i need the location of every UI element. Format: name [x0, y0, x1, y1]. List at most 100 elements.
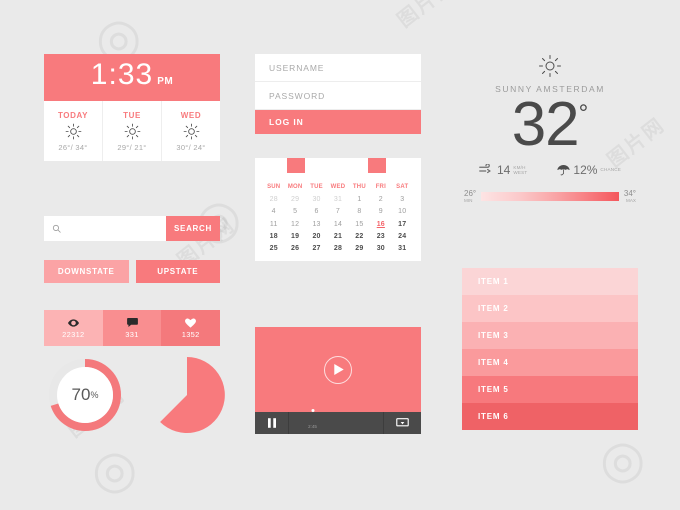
calendar-day[interactable]: 27 — [306, 242, 327, 254]
upstate-button[interactable]: UPSTATE — [135, 260, 220, 283]
donut-value-label: 70% — [46, 356, 124, 434]
rain-value: 12% — [573, 162, 598, 177]
calendar-day[interactable]: 18 — [263, 230, 284, 242]
play-icon — [334, 364, 344, 375]
video-controls: 2:45 — [255, 409, 421, 434]
list-item[interactable]: ITEM 5 — [462, 376, 638, 403]
play-button[interactable] — [324, 355, 352, 384]
stat-comments[interactable]: 331 — [102, 310, 162, 346]
next-month-tab[interactable] — [368, 158, 386, 173]
calendar-day[interactable]: 19 — [284, 230, 305, 242]
list-item[interactable]: ITEM 3 — [462, 322, 638, 349]
pause-button[interactable] — [255, 412, 289, 434]
calendar-day[interactable]: 30 — [370, 242, 391, 254]
calendar-day[interactable]: 2 — [370, 194, 391, 206]
list-item[interactable]: ITEM 1 — [462, 268, 638, 295]
progress-knob[interactable] — [311, 409, 314, 412]
calendar-day[interactable]: 29 — [349, 242, 370, 254]
calendar-day[interactable]: 5 — [284, 206, 305, 218]
search-button[interactable]: SEARCH — [166, 216, 220, 241]
calendar-day[interactable]: 1 — [349, 194, 370, 206]
calendar-day[interactable]: 25 — [263, 242, 284, 254]
calendar-day[interactable]: 28 — [327, 242, 348, 254]
calendar-day[interactable]: 17 — [392, 218, 413, 230]
eye-icon — [67, 317, 79, 328]
calendar-week-row: 25 26 27 28 29 30 31 — [263, 242, 413, 254]
list-item[interactable]: ITEM 4 — [462, 349, 638, 376]
forecast-day-temps: 30°/ 24° — [176, 142, 206, 152]
calendar-day[interactable]: 21 — [327, 230, 348, 242]
calendar-day[interactable]: 4 — [263, 206, 284, 218]
calendar-day[interactable]: 11 — [263, 218, 284, 230]
temperature-range-bar[interactable] — [481, 191, 619, 201]
search-icon — [52, 224, 61, 233]
calendar-day[interactable]: 8 — [349, 206, 370, 218]
ui-kit-canvas: ◎ ◎ ◎ ◎ ◎ 图片网 图片网 图片网 图片网 1:33 PM TODAY — [0, 0, 680, 510]
pie-chart — [148, 356, 226, 434]
wind-icon — [479, 164, 494, 175]
calendar-day-today[interactable]: 16 — [370, 218, 391, 230]
wind-unit-line2: WEST — [513, 169, 528, 175]
forecast-day-wed[interactable]: WED 30°/ 24° — [162, 101, 220, 161]
calendar-day[interactable]: 23 — [370, 230, 391, 242]
calendar-week-row: 4 5 6 7 8 9 10 — [263, 206, 413, 218]
list-item[interactable]: ITEM 6 — [462, 403, 638, 430]
calendar-day[interactable]: 31 — [392, 242, 413, 254]
stat-views[interactable]: 22312 — [44, 310, 103, 346]
calendar-days: 28 29 30 31 1 2 3 4 5 6 7 8 9 10 11 12 13 14 15 16 17 18 19 20 2… — [263, 194, 413, 255]
calendar-day[interactable]: 12 — [284, 218, 305, 230]
sun-icon — [124, 123, 141, 140]
forecast-day-today[interactable]: TODAY 26°/ 34° — [44, 101, 103, 161]
weekday-fri: FRI — [375, 183, 386, 190]
login-button[interactable]: LOG IN — [255, 110, 421, 134]
password-field[interactable]: PASSWORD — [255, 82, 421, 110]
calendar-day[interactable]: 10 — [392, 206, 413, 218]
calendar-day[interactable]: 24 — [392, 230, 413, 242]
video-progress-bar[interactable]: 2:45 — [289, 409, 383, 434]
forecast-day-temps: 26°/ 34° — [58, 142, 88, 152]
forecast-day-tue[interactable]: TUE 29°/ 21° — [103, 101, 162, 161]
calendar-day[interactable]: 6 — [306, 206, 327, 218]
donut-value: 70 — [71, 385, 91, 404]
sun-icon — [65, 123, 82, 140]
calendar-day[interactable]: 29 — [284, 194, 305, 206]
login-form: USERNAME PASSWORD LOG IN — [255, 54, 421, 134]
calendar-grid: SUN MON TUE WED THU FRI SAT 28 29 30 31 1 2 3 4… — [255, 176, 421, 255]
calendar-day[interactable]: 13 — [306, 218, 327, 230]
calendar-day[interactable]: 7 — [327, 206, 348, 218]
rain-unit: CHANCE — [600, 167, 621, 172]
list-item[interactable]: ITEM 2 — [462, 295, 638, 322]
calendar-day[interactable]: 26 — [284, 242, 305, 254]
state-button-group: DOWNSTATE UPSTATE — [44, 260, 220, 283]
calendar-day[interactable]: 3 — [392, 194, 413, 206]
clock-bar: 1:33 PM — [44, 54, 220, 101]
forecast-day-label: TUE — [123, 110, 141, 120]
username-field[interactable]: USERNAME — [255, 54, 421, 82]
range-max-temp: 34° — [623, 188, 636, 198]
calendar-day[interactable]: 14 — [327, 218, 348, 230]
clock-forecast-widget: 1:33 PM TODAY 26°/ 34° TUE 29°/ 21° WED … — [44, 54, 220, 161]
stat-value: 22312 — [62, 330, 85, 339]
rain-metric: 12% CHANCE — [557, 163, 621, 177]
calendar-day[interactable]: 28 — [263, 194, 284, 206]
calendar-week-row: 11 12 13 14 15 16 17 — [263, 218, 413, 230]
calendar-day[interactable]: 9 — [370, 206, 391, 218]
downstate-button[interactable]: DOWNSTATE — [44, 260, 129, 283]
forecast-row: TODAY 26°/ 34° TUE 29°/ 21° WED 30°/ 24° — [44, 101, 220, 161]
calendar-day[interactable]: 15 — [349, 218, 370, 230]
wind-value: 14 — [496, 162, 511, 177]
stat-likes[interactable]: 1352 — [161, 310, 221, 346]
calendar-day[interactable]: 31 — [327, 194, 348, 206]
search-input[interactable] — [44, 216, 166, 241]
weekday-sat: SAT — [396, 183, 409, 190]
umbrella-icon — [557, 164, 570, 176]
fullscreen-button[interactable] — [383, 412, 421, 434]
video-time-label: 2:45 — [308, 424, 317, 429]
calendar-day[interactable]: 20 — [306, 230, 327, 242]
calendar-day[interactable]: 30 — [306, 194, 327, 206]
prev-month-tab[interactable] — [287, 158, 305, 173]
stat-value: 1352 — [181, 330, 200, 339]
calendar-day[interactable]: 22 — [349, 230, 370, 242]
video-stage[interactable] — [255, 327, 421, 412]
pie-svg — [160, 357, 225, 433]
